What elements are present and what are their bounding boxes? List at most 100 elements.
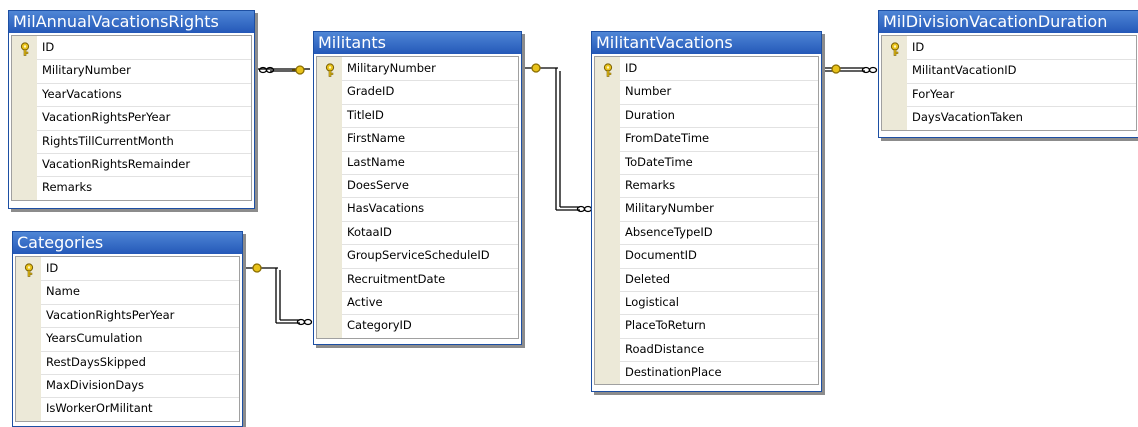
column-name: GroupServiceScheduleID	[347, 248, 490, 263]
column-name: ForYear	[912, 86, 955, 101]
relationship-militants-annual	[258, 65, 310, 75]
column-row[interactable]: RestDaysSkipped	[16, 350, 239, 374]
column-name: AbsenceTypeID	[625, 224, 713, 239]
column-row[interactable]: Name	[16, 280, 239, 304]
relationship-militants-vacations	[522, 63, 593, 213]
column-row[interactable]: VacationRightsPerYear	[12, 106, 251, 130]
column-row[interactable]: HasVacations	[317, 197, 518, 221]
column-name: VacationRightsPerYear	[46, 307, 175, 322]
table-title[interactable]: Categories	[13, 232, 242, 254]
column-row[interactable]: CategoryID	[317, 314, 518, 338]
column-row[interactable]: VacationRightsRemainder	[12, 152, 251, 177]
column-name: TitleID	[347, 107, 384, 122]
column-row[interactable]: FirstName	[317, 127, 518, 151]
column-row[interactable]: DoesServe	[317, 173, 518, 198]
column-list: ID MilitantVacationID ForYear DaysVacationT…	[881, 35, 1137, 131]
column-row[interactable]: RoadDistance	[595, 337, 818, 362]
column-name: ID	[42, 40, 55, 54]
column-row[interactable]: ID	[882, 36, 1136, 60]
table-mil-division-vacation-duration[interactable]: MilDivisionVacationDuration ID MilitantVa…	[878, 10, 1138, 138]
column-name: ToDateTime	[625, 154, 693, 169]
column-row[interactable]: DocumentID	[595, 244, 818, 268]
column-row[interactable]: Remarks	[12, 176, 251, 200]
table-title[interactable]: MilAnnualVacationsRights	[9, 11, 254, 33]
column-row[interactable]: PlaceToReturn	[595, 314, 818, 338]
primary-key-icon	[889, 41, 901, 56]
column-row[interactable]: ID	[12, 36, 251, 60]
column-row[interactable]: TitleID	[317, 103, 518, 128]
column-name: VacationRightsPerYear	[42, 110, 171, 125]
column-row[interactable]: ToDateTime	[595, 150, 818, 174]
column-row[interactable]: VacationRightsPerYear	[16, 303, 239, 328]
primary-key-icon	[324, 62, 336, 77]
column-row[interactable]: YearsCumulation	[16, 327, 239, 351]
column-name: VacationRightsRemainder	[42, 156, 191, 171]
column-name: HasVacations	[347, 201, 425, 216]
column-name: GradeID	[347, 84, 395, 99]
column-name: DestinationPlace	[625, 365, 722, 380]
column-row[interactable]: MaxDivisionDays	[16, 373, 239, 398]
column-row[interactable]: MilitaryNumber	[12, 59, 251, 83]
column-row[interactable]: Remarks	[595, 173, 818, 198]
table-title[interactable]: MilitantVacations	[592, 32, 821, 54]
primary-key-icon	[23, 262, 35, 277]
column-row[interactable]: RightsTillCurrentMonth	[12, 129, 251, 153]
column-row[interactable]: ID	[595, 57, 818, 81]
table-militant-vacations[interactable]: MilitantVacations ID Number Duration FromDa…	[591, 31, 822, 392]
column-name: YearsCumulation	[46, 331, 143, 346]
column-row[interactable]: Logistical	[595, 290, 818, 315]
column-row[interactable]: LastName	[317, 150, 518, 174]
column-row[interactable]: GroupServiceScheduleID	[317, 244, 518, 268]
column-row[interactable]: GradeID	[317, 80, 518, 104]
column-list: ID Number Duration FromDateTime ToDateTime Re…	[594, 56, 819, 386]
column-name: ID	[912, 40, 925, 54]
column-row[interactable]: Deleted	[595, 267, 818, 291]
column-row[interactable]: KotaaID	[317, 220, 518, 245]
column-name: IsWorkerOrMilitant	[46, 401, 153, 416]
column-row[interactable]: IsWorkerOrMilitant	[16, 397, 239, 421]
column-row[interactable]: YearVacations	[12, 82, 251, 107]
column-name: MilitaryNumber	[347, 61, 436, 75]
column-name: RoadDistance	[625, 341, 705, 356]
column-name: PlaceToReturn	[625, 318, 706, 333]
column-name: MilitantVacationID	[912, 63, 1017, 78]
primary-key-icon	[602, 62, 614, 77]
column-row[interactable]: DestinationPlace	[595, 361, 818, 385]
column-name: CategoryID	[347, 318, 412, 333]
column-row[interactable]: Number	[595, 80, 818, 104]
column-row[interactable]: MilitaryNumber	[595, 197, 818, 221]
column-row[interactable]: AbsenceTypeID	[595, 220, 818, 245]
column-row[interactable]: DaysVacationTaken	[882, 106, 1136, 130]
column-row[interactable]: Duration	[595, 103, 818, 128]
table-militants[interactable]: Militants MilitaryNumber GradeID TitleID Fi…	[313, 31, 522, 345]
column-name: MilitaryNumber	[42, 63, 131, 78]
column-row[interactable]: ForYear	[882, 82, 1136, 107]
table-title[interactable]: Militants	[314, 32, 521, 54]
column-row[interactable]: ID	[16, 257, 239, 281]
column-row[interactable]: FromDateTime	[595, 127, 818, 151]
column-name: YearVacations	[42, 86, 122, 101]
column-row[interactable]: MilitantVacationID	[882, 59, 1136, 83]
table-title[interactable]: MilDivisionVacationDuration	[879, 11, 1138, 33]
column-name: Active	[347, 294, 383, 309]
column-list: ID Name VacationRightsPerYear YearsCumulati…	[15, 256, 240, 422]
column-name: Logistical	[625, 294, 679, 309]
column-name: KotaaID	[347, 224, 392, 239]
column-name: DoesServe	[347, 177, 409, 192]
column-name: ID	[625, 61, 638, 75]
column-name: DocumentID	[625, 248, 697, 263]
relationship-vacations-division	[823, 64, 878, 74]
column-name: RestDaysSkipped	[46, 354, 146, 369]
column-row[interactable]: Active	[317, 290, 518, 315]
table-mil-annual-vacations-rights[interactable]: MilAnnualVacationsRights ID MilitaryNumbe…	[8, 10, 255, 209]
table-categories[interactable]: Categories ID Name VacationRightsPerYear Ye…	[12, 231, 243, 427]
column-list: MilitaryNumber GradeID TitleID FirstName Las…	[316, 56, 519, 339]
column-row[interactable]: RecruitmentDate	[317, 267, 518, 291]
column-row[interactable]: MilitaryNumber	[317, 57, 518, 81]
column-name: FirstName	[347, 131, 406, 146]
column-name: Remarks	[625, 177, 676, 192]
column-name: MilitaryNumber	[625, 201, 714, 216]
column-name: Duration	[625, 107, 675, 122]
column-list: ID MilitaryNumber YearVacations VacationRig…	[11, 35, 252, 201]
column-name: FromDateTime	[625, 131, 710, 146]
